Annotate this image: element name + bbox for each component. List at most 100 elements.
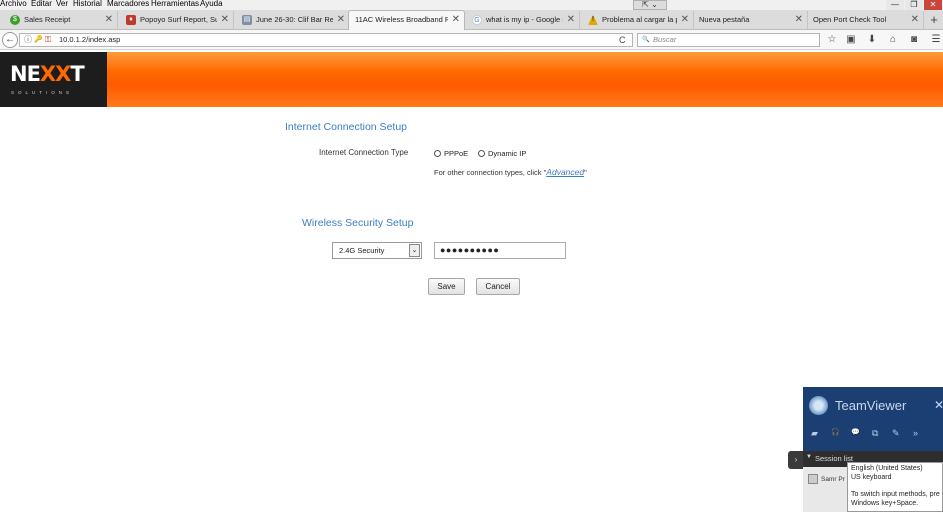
user-icon (808, 474, 818, 484)
close-tab-icon[interactable]: ✕ (452, 11, 460, 29)
tab-label: what is my ip - Google S (486, 15, 563, 24)
pppoe-radio[interactable] (434, 150, 441, 157)
home-icon[interactable]: ⌂ (886, 33, 900, 47)
dynamic-ip-label[interactable]: Dynamic IP (488, 149, 526, 158)
more-icon[interactable]: » (913, 428, 918, 438)
logo-x-2: X (55, 62, 71, 86)
bookmark-star-icon[interactable]: ☆ (825, 33, 839, 47)
teamviewer-logo-icon (809, 396, 828, 415)
close-window-button[interactable]: ✕ (924, 0, 942, 10)
tooltip-shortcut: Windows key+Space. (851, 500, 919, 507)
menu-archivo[interactable]: Archivo (0, 0, 27, 8)
chat-icon[interactable]: 💬 (851, 428, 860, 436)
input-method-tooltip: English (United States) US keyboard To s… (847, 462, 943, 512)
security-band-select[interactable]: 2.4G Security ⌄ (332, 242, 422, 259)
navigation-bar: ← ⓘ 🔑 ⚿ 10.0.1.2/index.asp C 🔍 Buscar ☆ … (0, 30, 943, 50)
menu-ver[interactable]: Ver (56, 0, 68, 8)
teamviewer-close-icon[interactable]: ✕ (934, 398, 943, 412)
close-tab-icon[interactable]: ✕ (105, 11, 113, 29)
header-banner (0, 52, 943, 107)
tooltip-instruction: To switch input methods, pre (851, 491, 940, 498)
info-icon[interactable]: ⓘ (24, 34, 32, 46)
url-bar[interactable]: ⓘ 🔑 ⚿ 10.0.1.2/index.asp C (19, 33, 633, 47)
window-dropdown-button[interactable]: ⇱ ⌄ (633, 0, 667, 10)
minimize-button[interactable]: — (886, 0, 904, 10)
new-tab-button[interactable]: + (926, 10, 942, 30)
tab-label: June 26-30: Clif Bar Rese (256, 15, 333, 24)
pen-icon[interactable]: ✎ (892, 428, 900, 439)
nexxt-logo: NEXXT SOLUTIONS (0, 52, 107, 107)
tab-sales-receipt[interactable]: $ Sales Receipt ✕ (2, 11, 118, 30)
document-icon: ▤ (242, 15, 252, 25)
wireless-password-field[interactable]: ●●●●●●●●●● (434, 242, 566, 259)
tab-label: Sales Receipt (24, 15, 71, 24)
session-user-name: Samr Pr (821, 476, 845, 483)
teamviewer-expand-handle[interactable]: › (788, 451, 804, 469)
close-tab-icon[interactable]: ✕ (911, 11, 919, 29)
advanced-link[interactable]: Advanced (546, 167, 584, 177)
close-tab-icon[interactable]: ✕ (337, 11, 345, 29)
other-types-prefix: For other connection types, click " (434, 168, 547, 177)
menu-editar[interactable]: Editar (31, 0, 52, 8)
hamburger-menu-icon[interactable]: ☰ (929, 33, 943, 47)
video-icon[interactable]: ▰ (811, 428, 818, 439)
tab-nueva-pestana[interactable]: Nueva pestaña ✕ (694, 11, 808, 30)
pocket-icon[interactable]: ◙ (907, 33, 921, 47)
menu-ayuda[interactable]: Ayuda (200, 0, 223, 8)
url-text[interactable]: 10.0.1.2/index.asp (59, 34, 120, 46)
reading-list-icon[interactable]: ▣ (844, 33, 858, 47)
security-band-value: 2.4G Security (339, 246, 385, 255)
other-connection-types-text: For other connection types, click "Advan… (434, 167, 587, 177)
tooltip-language: English (United States) (851, 465, 923, 472)
menu-herramientas[interactable]: Herramientas (151, 0, 199, 8)
insecure-lock-icon[interactable]: ⚿ (45, 34, 51, 46)
tab-open-port-check[interactable]: Open Port Check Tool ✕ (808, 11, 924, 30)
logo-tagline: SOLUTIONS (11, 90, 74, 95)
cancel-button[interactable]: Cancel (476, 278, 520, 295)
key-icon[interactable]: 🔑 (34, 34, 43, 46)
internet-connection-title: Internet Connection Setup (285, 121, 408, 133)
logo-pre: NE (10, 62, 41, 86)
menu-bar: Archivo Editar Ver Historial Marcadores … (0, 0, 943, 10)
other-types-suffix: " (584, 168, 587, 177)
tab-problema[interactable]: ! Problema al cargar la pá ✕ (580, 11, 694, 30)
menu-historial[interactable]: Historial (73, 0, 102, 8)
back-button[interactable]: ← (2, 32, 18, 48)
close-tab-icon[interactable]: ✕ (567, 11, 575, 29)
tab-label: Open Port Check Tool (813, 15, 887, 24)
green-circle-icon: $ (10, 15, 20, 25)
tab-popoyo[interactable]: ♦ Popoyo Surf Report, Surf ✕ (118, 11, 234, 30)
logo-post: T (70, 62, 84, 86)
close-tab-icon[interactable]: ✕ (221, 11, 229, 29)
dynamic-ip-radio[interactable] (478, 150, 485, 157)
chevron-down-icon[interactable]: ⌄ (409, 244, 420, 257)
menu-marcadores[interactable]: Marcadores (107, 0, 149, 8)
download-icon[interactable]: ⬇ (865, 33, 879, 47)
pppoe-label[interactable]: PPPoE (444, 149, 468, 158)
tab-strip: $ Sales Receipt ✕ ♦ Popoyo Surf Report, … (0, 10, 943, 31)
restore-button[interactable]: ❐ (905, 0, 923, 10)
google-icon: G (472, 15, 482, 25)
tab-google-ip[interactable]: G what is my ip - Google S ✕ (464, 11, 580, 30)
tab-label: Popoyo Surf Report, Surf (140, 15, 217, 24)
reload-icon[interactable]: C (619, 34, 626, 46)
logo-x-1: X (39, 62, 56, 86)
logo-wordmark: NEXXT (10, 62, 85, 86)
search-placeholder: Buscar (653, 35, 677, 44)
close-tab-icon[interactable]: ✕ (795, 11, 803, 29)
headset-icon[interactable]: 🎧 (831, 428, 840, 436)
save-button[interactable]: Save (428, 278, 465, 295)
surf-icon: ♦ (126, 15, 136, 25)
connection-type-label: Internet Connection Type (319, 148, 409, 157)
tab-wireless-router[interactable]: 11AC Wireless Broadband Ro ✕ (348, 10, 465, 31)
tab-clif-bar[interactable]: ▤ June 26-30: Clif Bar Rese ✕ (234, 11, 350, 30)
search-input[interactable]: 🔍 Buscar (637, 33, 820, 47)
tab-label: 11AC Wireless Broadband Ro (355, 15, 448, 24)
close-tab-icon[interactable]: ✕ (681, 11, 689, 29)
files-icon[interactable]: ⧉ (872, 428, 878, 439)
teamviewer-title: TeamViewer (835, 398, 907, 413)
tab-label: Problema al cargar la pá (602, 15, 677, 24)
caret-down-icon[interactable]: ▼ (806, 454, 812, 460)
tooltip-keyboard: US keyboard (851, 474, 892, 481)
tab-label: Nueva pestaña (699, 15, 750, 24)
